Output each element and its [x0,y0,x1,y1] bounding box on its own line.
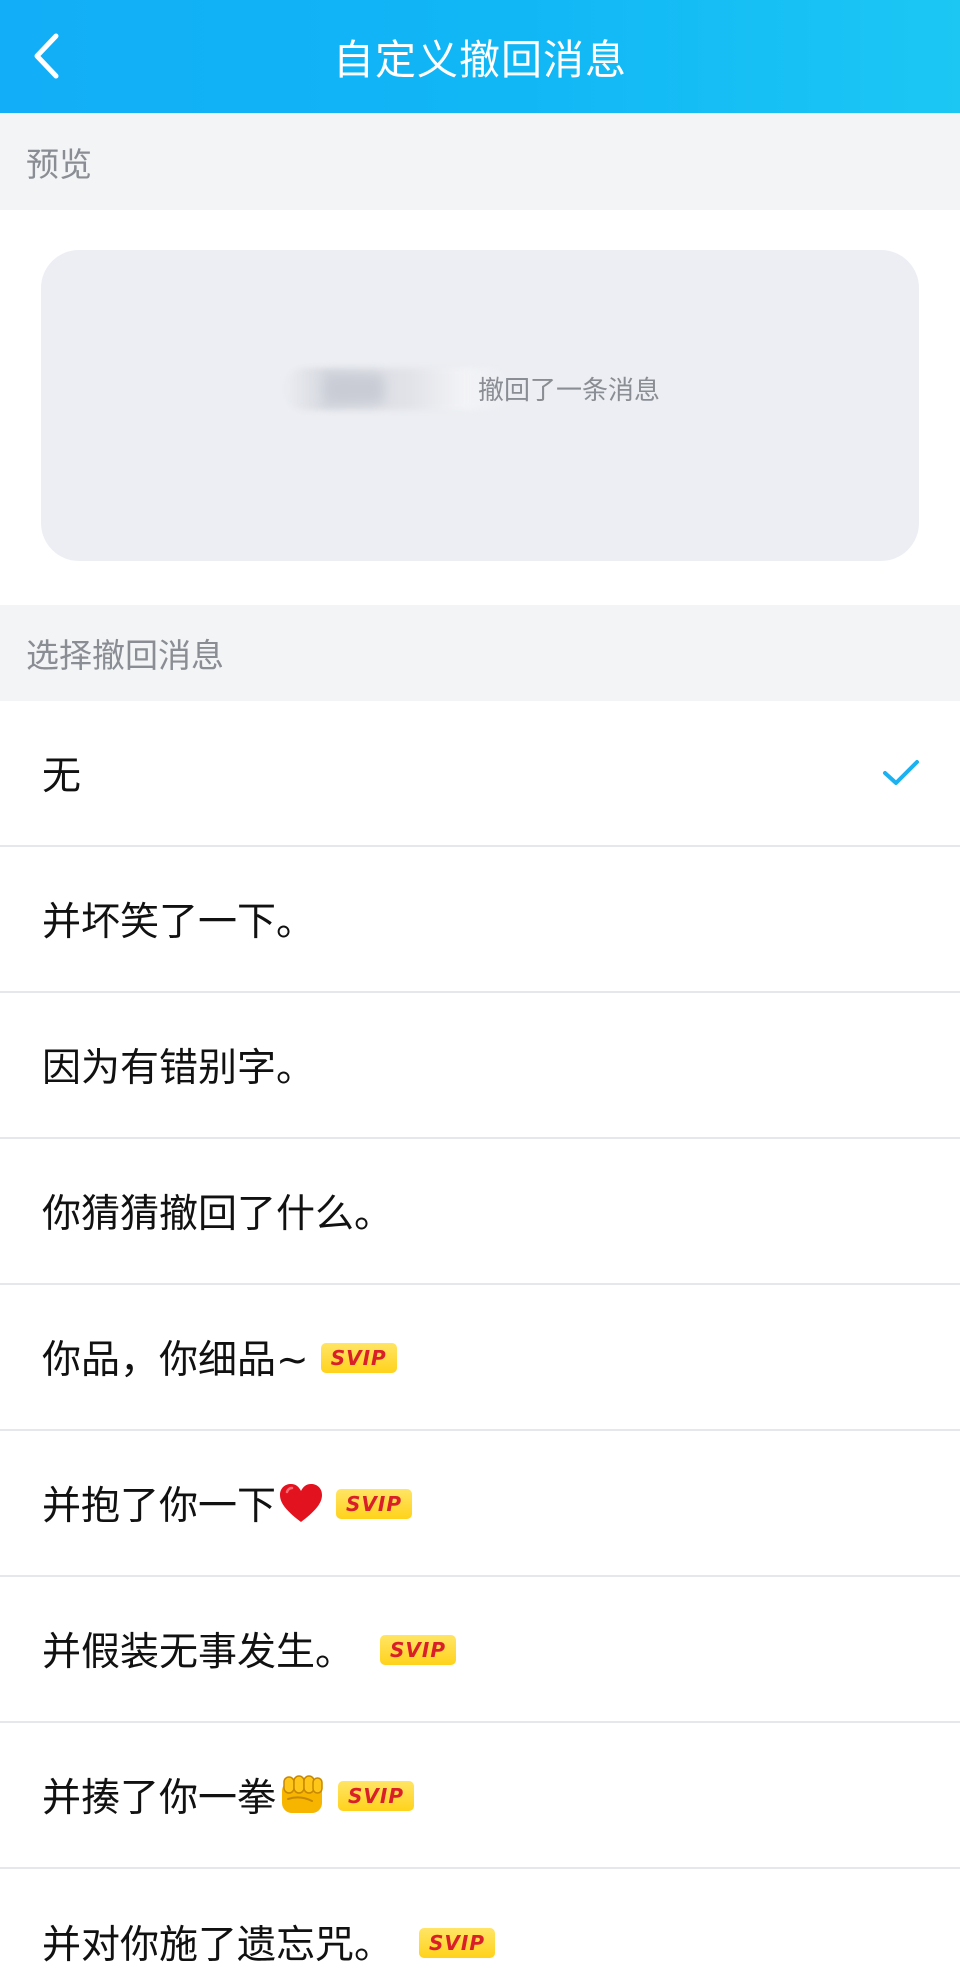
svip-badge: SVIP [320,1343,397,1373]
svip-badge: SVIP [419,1928,495,1958]
option-label: 你猜猜撤回了什么。 [42,1192,394,1237]
option-row[interactable]: 并假装无事发生。 SVIP [0,1577,960,1723]
nav-bar: 自定义撤回消息 [0,0,960,113]
option-row[interactable]: 你猜猜撤回了什么。 [0,1139,960,1285]
option-row[interactable]: 并抱了你一下 SVIP [0,1431,960,1577]
page-title: 自定义撤回消息 [333,35,627,84]
option-label: 并坏笑了一下。 [42,900,316,945]
option-row[interactable]: 并对你施了遗忘咒。 SVIP [0,1869,960,1987]
option-label: 并揍了你一拳 [42,1776,277,1821]
option-label: 并假装无事发生。 [42,1630,355,1675]
red-heart-icon [278,1482,324,1524]
section-header-preview: 预览 [0,113,960,210]
preview-card: 撤回了一条消息 [41,250,919,561]
recall-message-list: 无 并坏笑了一下。 因为有错别字。 你猜猜撤回了什么。 你品，你细品~ SVIP… [0,701,960,1987]
option-label: 并对你施了遗忘咒。 [42,1923,394,1968]
svip-badge: SVIP [380,1635,456,1665]
option-label: 你品，你细品~ [42,1338,309,1383]
option-row[interactable]: 你品，你细品~ SVIP [0,1285,960,1431]
checkmark-icon [883,760,919,785]
back-button[interactable] [16,22,76,90]
svip-badge: SVIP [336,1489,412,1519]
screen: 自定义撤回消息 预览 撤回了一条消息 选择撤回消息 无 并坏笑了一下。 因为有错… [0,0,960,1987]
section-header-select: 选择撤回消息 [0,605,960,701]
preview-area: 撤回了一条消息 [0,210,960,605]
option-row[interactable]: 无 [0,701,960,847]
chevron-left-icon [34,33,59,79]
fist-icon [278,1773,326,1817]
option-row[interactable]: 因为有错别字。 [0,993,960,1139]
svip-badge: SVIP [338,1781,414,1811]
option-label: 并抱了你一下 [42,1484,277,1529]
preview-recall-text: 撤回了一条消息 [478,376,661,406]
option-row[interactable]: 并坏笑了一下。 [0,847,960,993]
option-label: 因为有错别字。 [42,1046,316,1091]
option-label: 无 [42,754,82,799]
option-row[interactable]: 并揍了你一拳 SVIP [0,1723,960,1869]
